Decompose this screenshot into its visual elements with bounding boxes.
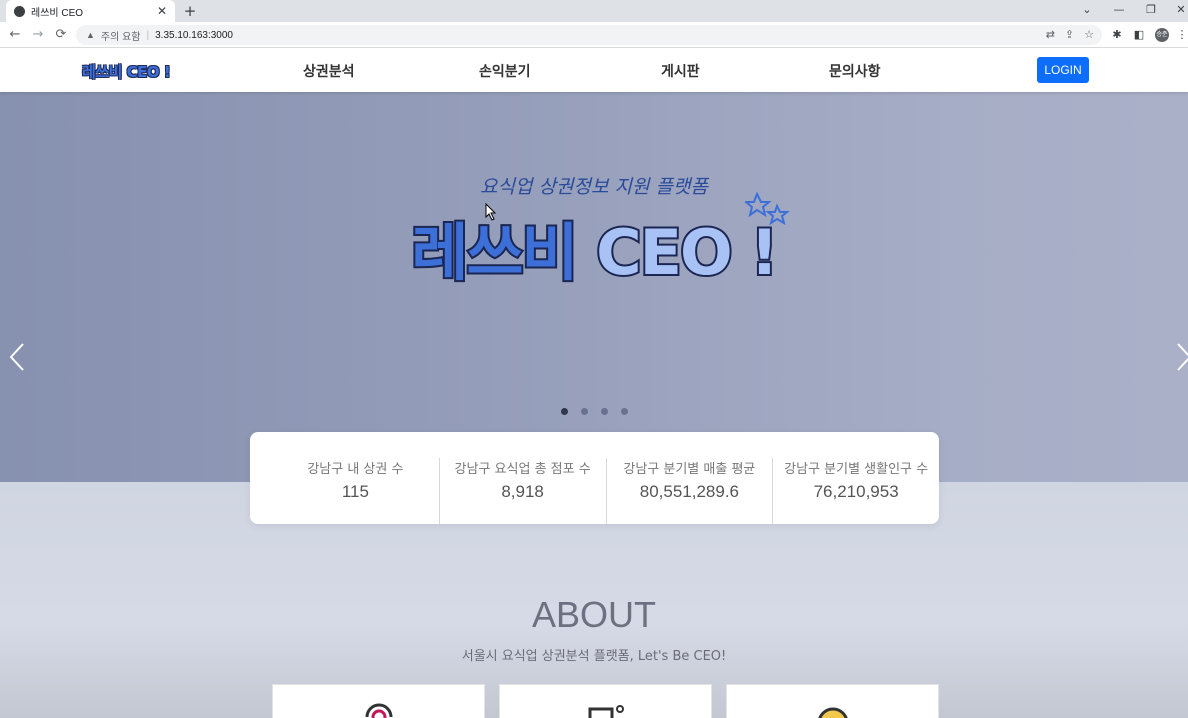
- coin-icon: [818, 707, 848, 718]
- stat-value: 76,210,953: [813, 482, 899, 501]
- stat-label: 강남구 분기별 매출 평균: [623, 462, 756, 477]
- close-window-button[interactable]: ✕: [1166, 0, 1188, 22]
- stat-label: 강남구 요식업 총 점포 수: [454, 462, 591, 477]
- stat-item: 강남구 분기별 매출 평균 80,551,289.6: [605, 458, 773, 524]
- login-button[interactable]: LOGIN: [1037, 57, 1089, 83]
- carousel-indicator-1[interactable]: [560, 408, 568, 415]
- tab-close-icon[interactable]: ✕: [157, 4, 167, 18]
- hero-title: 레쓰비 CEO !: [0, 202, 1188, 292]
- stats-card: 강남구 내 상권 수 115 강남구 요식업 총 점포 수 8,918 강남구 …: [250, 432, 939, 524]
- nav-item-market-analysis[interactable]: 상권분석: [303, 61, 355, 81]
- feature-card-1[interactable]: [272, 684, 485, 718]
- site-navbar: 레쓰비 CEO ! 상권분석 손익분기 게시판 문의사항 LOGIN: [0, 48, 1188, 92]
- hero-subtitle: 요식업 상권정보 지원 플랫폼: [480, 176, 708, 198]
- tab-title: 레쓰비 CEO: [31, 7, 84, 19]
- stat-item: 강남구 분기별 생활인구 수 76,210,953: [772, 458, 939, 524]
- minimize-button[interactable]: —: [1104, 0, 1134, 22]
- globe-icon: [14, 5, 25, 17]
- side-panel-icon[interactable]: ◧: [1130, 26, 1148, 44]
- stat-item: 강남구 내 상권 수 115: [272, 458, 439, 524]
- feature-card-3[interactable]: [726, 684, 939, 718]
- hero-carousel: 요식업 상권정보 지원 플랫폼 레쓰비 CEO !: [0, 92, 1188, 482]
- carousel-indicator-4[interactable]: [620, 408, 628, 415]
- profile-avatar[interactable]: 승준: [1155, 28, 1169, 42]
- bookmark-star-icon[interactable]: ☆: [1084, 28, 1094, 41]
- carousel-prev-icon[interactable]: [5, 342, 29, 372]
- stat-value: 8,918: [501, 482, 544, 501]
- address-bar[interactable]: ▲ 주의 요함 | 3.35.10.163:3000 ⇄ ⇪ ☆: [76, 25, 1102, 45]
- carousel-next-icon[interactable]: [1172, 342, 1188, 372]
- nav-item-inquiry[interactable]: 문의사항: [829, 61, 881, 81]
- tab-search-icon[interactable]: ⌄: [1072, 0, 1102, 22]
- stat-label: 강남구 분기별 생활인구 수: [784, 462, 929, 477]
- browser-tab-bar: 레쓰비 CEO ✕ + ⌄ — ❐ ✕: [0, 0, 1188, 22]
- extensions-icon[interactable]: ✱: [1108, 26, 1126, 44]
- forward-button[interactable]: →: [28, 25, 48, 45]
- site-logo[interactable]: 레쓰비 CEO !: [82, 61, 171, 82]
- stat-item: 강남구 요식업 총 점포 수 8,918: [438, 458, 606, 524]
- carousel-indicators: [0, 408, 1188, 415]
- about-title: ABOUT: [531, 594, 656, 635]
- stat-value: 80,551,289.6: [639, 482, 739, 501]
- sparkle-icon: [745, 191, 790, 226]
- feature-card-2[interactable]: [499, 684, 712, 718]
- stat-label: 강남구 내 상권 수: [307, 462, 404, 477]
- translate-icon[interactable]: ⇄: [1046, 28, 1055, 41]
- carousel-indicator-3[interactable]: [600, 408, 608, 415]
- menu-kebab-icon[interactable]: ⋮: [1176, 26, 1188, 44]
- mouse-cursor-icon: [485, 203, 497, 221]
- back-button[interactable]: ←: [5, 25, 25, 45]
- podcast-icon: [365, 703, 393, 718]
- warning-icon: ▲: [86, 30, 95, 40]
- address-separator: |: [146, 29, 150, 41]
- hero-title-main: 레쓰비: [409, 214, 597, 291]
- reload-button[interactable]: ⟳: [51, 25, 71, 45]
- carousel-indicator-2[interactable]: [580, 408, 588, 415]
- url-text[interactable]: 3.35.10.163:3000: [155, 30, 233, 41]
- browser-tab[interactable]: 레쓰비 CEO ✕: [6, 0, 175, 22]
- new-tab-button[interactable]: +: [182, 2, 198, 20]
- monitor-icon: [588, 705, 624, 718]
- share-icon[interactable]: ⇪: [1065, 28, 1074, 41]
- restore-button[interactable]: ❐: [1136, 0, 1166, 22]
- browser-toolbar: ← → ⟳ ▲ 주의 요함 | 3.35.10.163:3000 ⇄ ⇪ ☆ ✱…: [0, 22, 1188, 48]
- nav-item-break-even[interactable]: 손익분기: [479, 61, 531, 81]
- security-label[interactable]: 주의 요함: [101, 28, 141, 43]
- stat-value: 115: [341, 482, 369, 501]
- nav-item-board[interactable]: 게시판: [661, 61, 700, 81]
- about-subtitle: 서울시 요식업 상권분석 플랫폼, Let's Be CEO!: [461, 649, 727, 664]
